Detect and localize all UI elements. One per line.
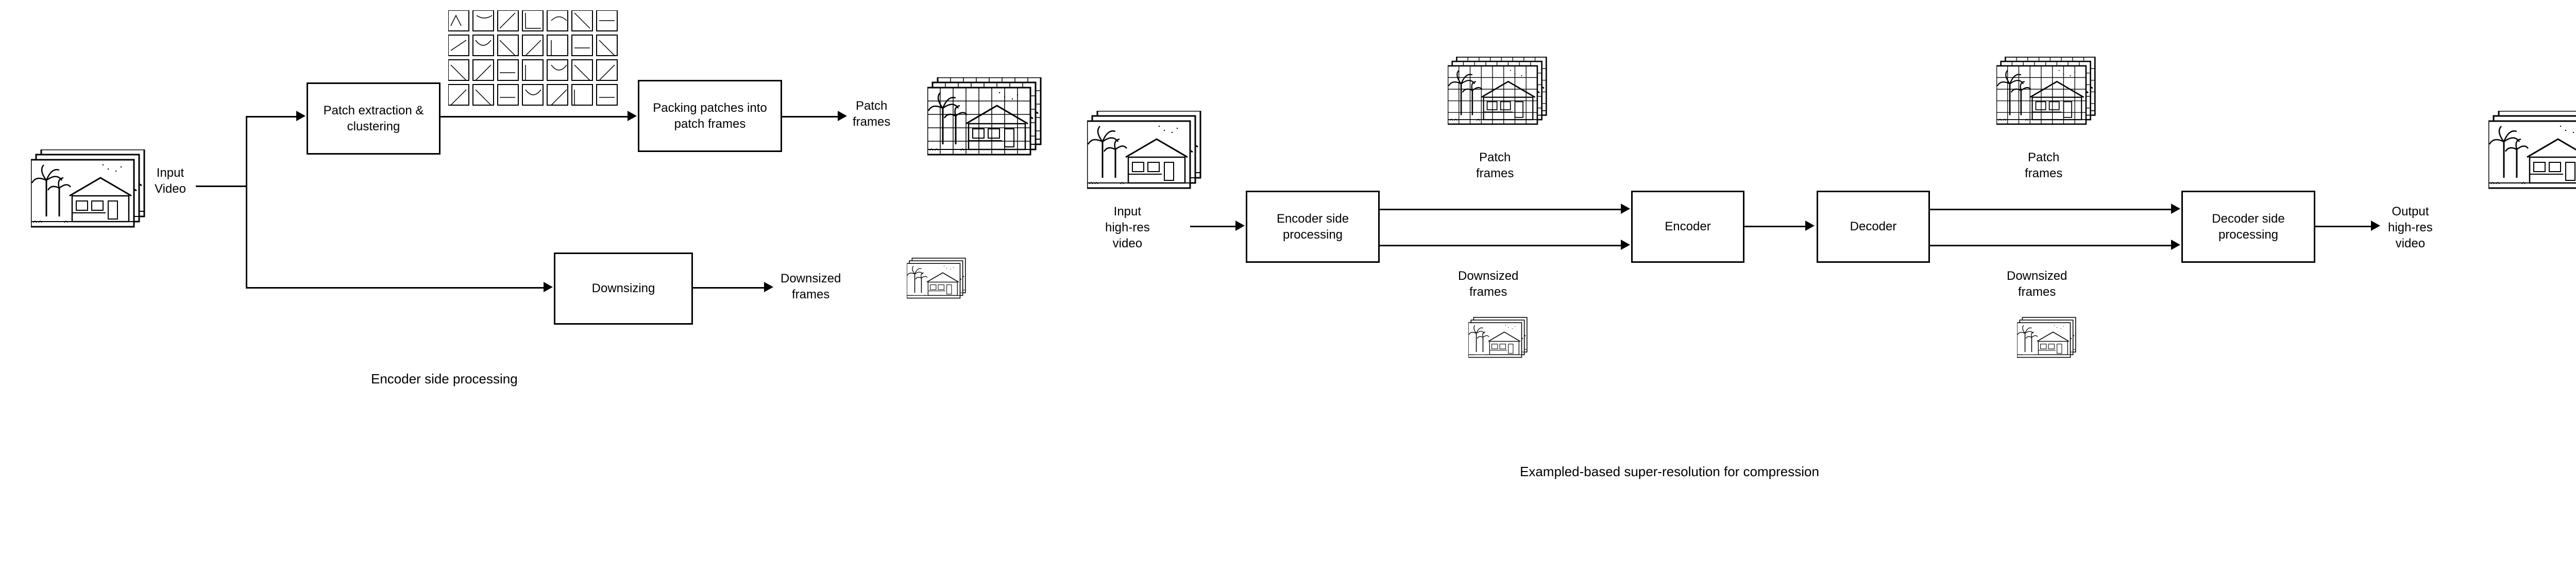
output-highres-image bbox=[2488, 111, 2576, 193]
downsized-frames-label-left: Downsized frames bbox=[781, 271, 841, 303]
arrow-icon bbox=[1621, 240, 1630, 250]
connector bbox=[246, 287, 545, 289]
downsizing-box: Downsizing bbox=[554, 253, 693, 325]
connector bbox=[1380, 245, 1622, 246]
arrow-icon bbox=[544, 282, 553, 292]
connector bbox=[1744, 226, 1806, 227]
connector bbox=[246, 116, 297, 117]
connector bbox=[2315, 226, 2372, 227]
output-highres-label: Output high-res video bbox=[2388, 204, 2433, 252]
input-video-image bbox=[31, 149, 149, 232]
arrow-icon bbox=[2371, 221, 2380, 231]
arrow-icon bbox=[838, 111, 847, 121]
arrow-icon bbox=[2171, 240, 2180, 250]
left-caption: Encoder side processing bbox=[371, 371, 518, 387]
arrow-icon bbox=[764, 282, 773, 292]
connector bbox=[1190, 226, 1236, 227]
connector bbox=[246, 116, 247, 289]
arrow-icon bbox=[628, 111, 637, 121]
connector bbox=[1930, 245, 2172, 246]
connector bbox=[1380, 209, 1622, 210]
arrow-icon bbox=[1621, 204, 1630, 214]
patch-frames-image-r2 bbox=[1996, 57, 2099, 129]
encoder-box: Encoder bbox=[1631, 191, 1744, 263]
patch-frames-label-r2: Patch frames bbox=[2025, 149, 2062, 181]
connector bbox=[196, 186, 247, 187]
down-frames-image-r2 bbox=[2017, 317, 2105, 379]
down-frames-label-r1: Downsized frames bbox=[1458, 268, 1518, 300]
decoder-side-box: Decoder side processing bbox=[2181, 191, 2315, 263]
input-highres-image bbox=[1087, 111, 1206, 193]
patch-cluster-image bbox=[448, 10, 623, 113]
arrow-icon bbox=[2171, 204, 2180, 214]
packing-box: Packing patches into patch frames bbox=[638, 80, 782, 152]
input-highres-label: Input high-res video bbox=[1105, 204, 1150, 252]
downsized-frames-image-left bbox=[907, 258, 994, 320]
patch-frames-image-r1 bbox=[1448, 57, 1551, 129]
patch-frames-label-r1: Patch frames bbox=[1476, 149, 1514, 181]
patch-extraction-box: Patch extraction & clustering bbox=[307, 82, 440, 155]
connector bbox=[782, 116, 839, 117]
right-caption: Exampled-based super-resolution for comp… bbox=[1520, 464, 1819, 480]
connector bbox=[440, 116, 629, 117]
patch-frames-label-left: Patch frames bbox=[853, 98, 890, 130]
connector bbox=[1930, 209, 2172, 210]
down-frames-image-r1 bbox=[1468, 317, 1556, 379]
input-video-label: Input Video bbox=[155, 165, 186, 197]
encoder-side-box: Encoder side processing bbox=[1246, 191, 1380, 263]
connector bbox=[693, 287, 765, 289]
decoder-box: Decoder bbox=[1817, 191, 1930, 263]
down-frames-label-r2: Downsized frames bbox=[2007, 268, 2067, 300]
arrow-icon bbox=[1805, 221, 1815, 231]
patch-frames-image-left bbox=[927, 77, 1046, 160]
arrow-icon bbox=[296, 111, 306, 121]
arrow-icon bbox=[1235, 221, 1245, 231]
